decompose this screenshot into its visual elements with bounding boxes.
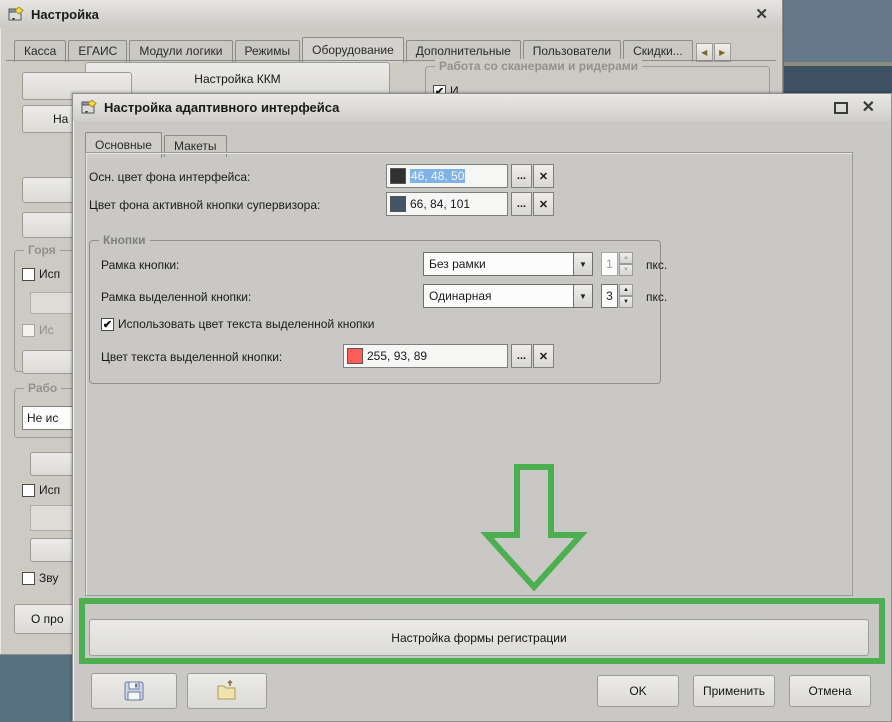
selected-spin-up-icon[interactable]: ▲ xyxy=(619,284,633,296)
frame-combo-dropdown-icon[interactable]: ▼ xyxy=(573,253,592,275)
left-checkbox-3[interactable]: Исп xyxy=(22,483,60,497)
registration-form-label: Настройка формы регистрации xyxy=(391,630,567,645)
bg-color-picker-button[interactable]: ... xyxy=(511,164,532,188)
supervisor-color-value: 66, 84, 101 xyxy=(410,197,471,211)
apply-button[interactable]: Применить xyxy=(693,675,775,707)
left-checkbox-3-label: Исп xyxy=(39,483,61,497)
text-color-picker-button[interactable]: ... xyxy=(511,344,532,368)
left-checkbox-1[interactable]: Исп xyxy=(22,267,60,281)
frame-combo-value: Без рамки xyxy=(429,257,486,271)
frame-label: Рамка кнопки: xyxy=(101,258,180,272)
left-checkbox-zvuk[interactable]: Зву xyxy=(22,571,58,585)
selected-frame-unit-label: пкс. xyxy=(646,290,668,304)
desktop-window-behind xyxy=(784,66,892,93)
left-button-na-label: На xyxy=(53,112,69,126)
text-color-swatch xyxy=(347,348,363,364)
supervisor-color-clear-button[interactable]: ✕ xyxy=(533,192,554,216)
maximize-icon[interactable] xyxy=(833,101,848,114)
buttons-group-label: Кнопки xyxy=(99,233,150,247)
close-icon[interactable]: ✕ xyxy=(755,7,768,22)
left-checkbox-2-box[interactable] xyxy=(22,323,35,337)
bg-color-field[interactable]: 46, 48, 50 xyxy=(386,164,508,188)
supervisor-color-swatch xyxy=(390,196,406,212)
dialog-icon xyxy=(81,100,97,114)
text-color-label: Цвет текста выделенной кнопки: xyxy=(101,350,283,364)
cancel-button[interactable]: Отмена xyxy=(789,675,871,707)
bg-color-label: Осн. цвет фона интерфейса: xyxy=(89,170,251,184)
tab-rezhimy[interactable]: Режимы xyxy=(234,40,301,62)
selected-frame-combo-dropdown-icon[interactable]: ▼ xyxy=(573,285,592,307)
left-checkbox-2-label: Ис xyxy=(39,323,54,337)
tab-kassa[interactable]: Касса xyxy=(14,40,67,62)
supervisor-color-label: Цвет фона активной кнопки супервизора: xyxy=(89,198,321,212)
frame-width-value: 1 xyxy=(601,252,618,276)
selected-spin-down-icon[interactable]: ▼ xyxy=(619,296,633,308)
bg-color-swatch xyxy=(390,168,406,184)
use-text-color-checkbox[interactable]: ✔ xyxy=(101,317,114,331)
window-icon xyxy=(8,6,24,20)
left-checkbox-1-label: Исп xyxy=(39,267,61,281)
kkm-settings-label: Настройка ККМ xyxy=(194,72,281,86)
left-checkbox-2[interactable]: Ис xyxy=(22,323,54,337)
work-group-label: Рабо xyxy=(24,381,62,395)
desktop-background xyxy=(784,0,892,62)
left-checkbox-3-box[interactable] xyxy=(22,483,35,497)
tab-moduli-logiki[interactable]: Модули логики xyxy=(129,40,233,62)
ok-label: OK xyxy=(629,684,647,698)
frame-combo[interactable]: Без рамки ▼ xyxy=(423,252,593,276)
checkmark-icon: ✔ xyxy=(102,318,113,331)
registration-form-button[interactable]: Настройка формы регистрации xyxy=(89,619,869,656)
dialog-close-icon[interactable]: ✕ xyxy=(862,99,875,116)
frame-unit-label: пкс. xyxy=(646,258,668,272)
hotkeys-group-label: Горя xyxy=(24,243,60,257)
save-icon xyxy=(124,681,144,701)
dialog-titlebar[interactable]: Настройка адаптивного интерфейса ✕ xyxy=(73,94,891,121)
selected-frame-label: Рамка выделенной кнопки: xyxy=(101,290,252,304)
left-checkbox-1-box[interactable] xyxy=(22,267,35,281)
bg-color-value: 46, 48, 50 xyxy=(410,169,466,183)
supervisor-color-field[interactable]: 66, 84, 101 xyxy=(386,192,508,216)
selected-frame-combo[interactable]: Одинарная ▼ xyxy=(423,284,593,308)
use-text-color-label: Использовать цвет текста выделенной кноп… xyxy=(118,317,375,331)
save-layout-button[interactable] xyxy=(91,673,177,709)
ok-button[interactable]: OK xyxy=(597,675,679,707)
left-checkbox-zvuk-label: Зву xyxy=(39,571,59,585)
frame-spin-up-icon[interactable]: ▲ xyxy=(619,252,633,264)
load-layout-button[interactable] xyxy=(187,673,267,709)
selected-frame-width-value: 3 xyxy=(601,284,618,308)
scanner-group-label: Работа со сканерами и ридерами xyxy=(435,59,643,73)
selected-frame-width-spinner[interactable]: 3 ▲ ▼ xyxy=(601,284,633,308)
bg-color-clear-button[interactable]: ✕ xyxy=(533,164,554,188)
dialog-title: Настройка адаптивного интерфейса xyxy=(104,100,340,115)
frame-width-spinner[interactable]: 1 ▲ ▼ xyxy=(601,252,633,276)
text-color-field[interactable]: 255, 93, 89 xyxy=(343,344,508,368)
about-button-label: О про xyxy=(31,612,64,626)
adaptive-interface-dialog: Настройка адаптивного интерфейса ✕ Основ… xyxy=(72,93,892,722)
text-color-clear-button[interactable]: ✕ xyxy=(533,344,554,368)
settings-titlebar[interactable]: Настройка ✕ xyxy=(0,0,782,28)
window-title: Настройка xyxy=(31,6,99,22)
supervisor-color-picker-button[interactable]: ... xyxy=(511,192,532,216)
cancel-label: Отмена xyxy=(808,684,852,698)
frame-spin-down-icon[interactable]: ▼ xyxy=(619,264,633,276)
apply-label: Применить xyxy=(702,684,765,698)
left-checkbox-zvuk-box[interactable] xyxy=(22,571,35,585)
tab-egais[interactable]: ЕГАИС xyxy=(68,40,128,62)
tab-page-border xyxy=(6,60,776,61)
selected-frame-combo-value: Одинарная xyxy=(429,289,492,303)
left-combo-value: Не ис xyxy=(27,411,59,425)
open-folder-icon xyxy=(217,680,236,700)
text-color-value: 255, 93, 89 xyxy=(367,349,428,363)
use-text-color-checkbox-row[interactable]: ✔ Использовать цвет текста выделенной кн… xyxy=(101,317,375,331)
annotation-arrow-icon xyxy=(480,464,588,591)
